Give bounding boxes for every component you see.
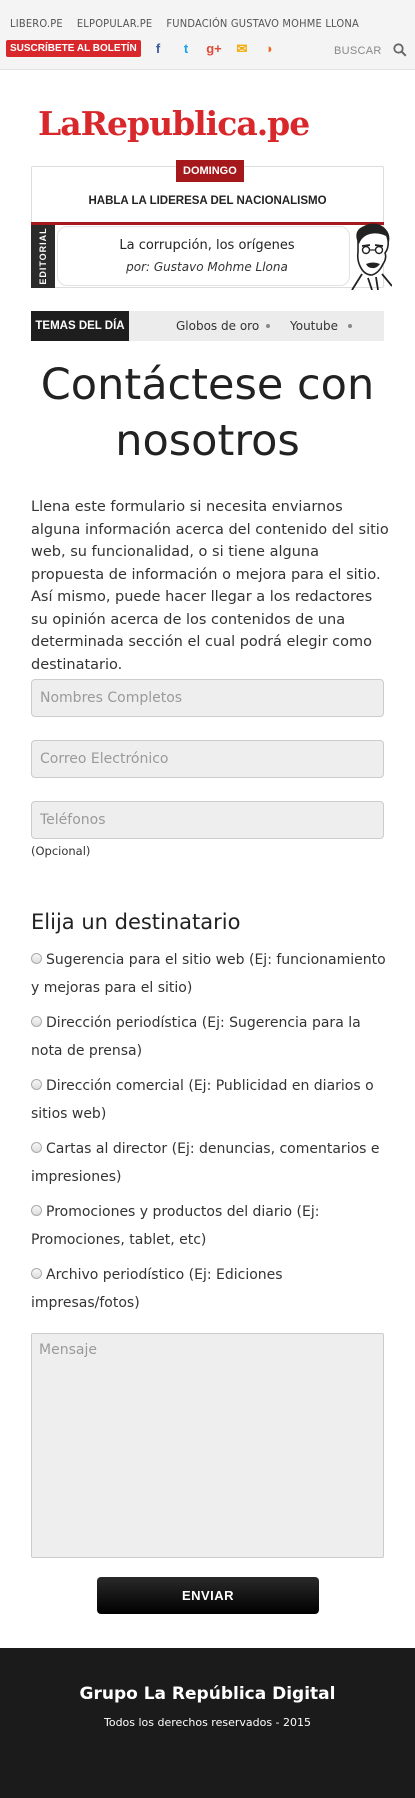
radio-button[interactable]	[31, 952, 42, 964]
radio-button[interactable]	[31, 1015, 42, 1027]
recipient-option-label: Sugerencia para el sitio web (Ej: funcio…	[31, 952, 386, 996]
recipient-option[interactable]: Promociones y productos del diario (Ej: …	[31, 1198, 386, 1254]
rss-icon[interactable]: ◗	[262, 41, 278, 57]
full-name-input[interactable]	[31, 679, 384, 717]
send-button[interactable]: ENVIAR	[97, 1577, 319, 1614]
link-elpopular[interactable]: ELPOPULAR.PE	[77, 17, 153, 30]
message-textarea[interactable]	[31, 1333, 384, 1558]
recipient-option[interactable]: Archivo periodístico (Ej: Ediciones impr…	[31, 1261, 386, 1317]
recipient-option[interactable]: Sugerencia para el sitio web (Ej: funcio…	[31, 946, 386, 1002]
link-libero[interactable]: LIBERO.PE	[10, 17, 63, 30]
author-portrait-icon	[351, 223, 392, 290]
social-icons: f t g+ ✉ ◗	[150, 41, 278, 57]
topic-separator-dot	[266, 324, 270, 328]
editorial-author: por: Gustavo Mohme Llona	[126, 260, 288, 274]
radio-button[interactable]	[31, 1141, 42, 1153]
recipient-option-label: Cartas al director (Ej: denuncias, comen…	[31, 1141, 380, 1185]
recipient-option-label: Archivo periodístico (Ej: Ediciones impr…	[31, 1267, 283, 1311]
topics-label: TEMAS DEL DÍA	[31, 311, 129, 341]
search-icon[interactable]	[393, 43, 407, 57]
radio-button[interactable]	[31, 1204, 42, 1216]
editorial-card[interactable]	[57, 226, 350, 286]
page-title: Contáctese con nosotros	[0, 357, 415, 469]
link-fundacion[interactable]: FUNDACIÓN GUSTAVO MOHME LLONA	[166, 17, 359, 30]
recipient-title: Elija un destinatario	[31, 910, 241, 934]
recipient-option-label: Promociones y productos del diario (Ej: …	[31, 1204, 320, 1248]
email-icon[interactable]: ✉	[234, 41, 250, 57]
editorial-tab: EDITORIAL	[31, 225, 55, 288]
site-logo[interactable]: LaRepublica.pe	[38, 104, 310, 143]
top-links: LIBERO.PE ELPOPULAR.PE FUNDACIÓN GUSTAVO…	[10, 17, 359, 30]
footer-copyright: Todos los derechos reservados - 2015	[103, 1716, 312, 1729]
radio-button[interactable]	[31, 1267, 42, 1279]
recipient-option-label: Dirección periodística (Ej: Sugerencia p…	[31, 1015, 361, 1059]
subscribe-newsletter-button[interactable]: SUSCRÍBETE AL BOLETÍN	[6, 40, 141, 57]
recipient-option-label: Dirección comercial (Ej: Publicidad en d…	[31, 1078, 374, 1122]
sunday-headline[interactable]: HABLA LA LIDERESA DEL NACIONALISMO	[31, 195, 384, 207]
topic-youtube[interactable]: Youtube	[290, 311, 338, 341]
sunday-badge: DOMINGO	[176, 160, 244, 182]
twitter-icon[interactable]: t	[178, 41, 194, 57]
page-title-line-2: nosotros	[115, 416, 300, 466]
search-label[interactable]: BUSCAR	[334, 45, 382, 57]
phone-input[interactable]	[31, 801, 384, 839]
topic-globos-de-oro[interactable]: Globos de oro	[176, 311, 259, 341]
facebook-icon[interactable]: f	[150, 41, 166, 57]
footer-title: Grupo La República Digital	[79, 1684, 336, 1704]
radio-button[interactable]	[31, 1078, 42, 1090]
intro-text: Llena este formulario si necesita enviar…	[31, 499, 389, 673]
editorial-title[interactable]: La corrupción, los orígenes	[57, 238, 357, 253]
google-plus-icon[interactable]: g+	[206, 41, 222, 57]
recipient-option[interactable]: Dirección periodística (Ej: Sugerencia p…	[31, 1009, 386, 1065]
phone-optional-note: (Opcional)	[31, 844, 91, 858]
editorial-divider	[31, 222, 384, 225]
top-bar	[0, 0, 415, 70]
editorial-label: EDITORIAL	[38, 227, 48, 285]
email-input[interactable]	[31, 740, 384, 778]
recipient-option[interactable]: Dirección comercial (Ej: Publicidad en d…	[31, 1072, 386, 1128]
page-title-line-1: Contáctese con	[40, 360, 375, 410]
topic-separator-dot	[348, 324, 352, 328]
recipient-option[interactable]: Cartas al director (Ej: denuncias, comen…	[31, 1135, 386, 1191]
